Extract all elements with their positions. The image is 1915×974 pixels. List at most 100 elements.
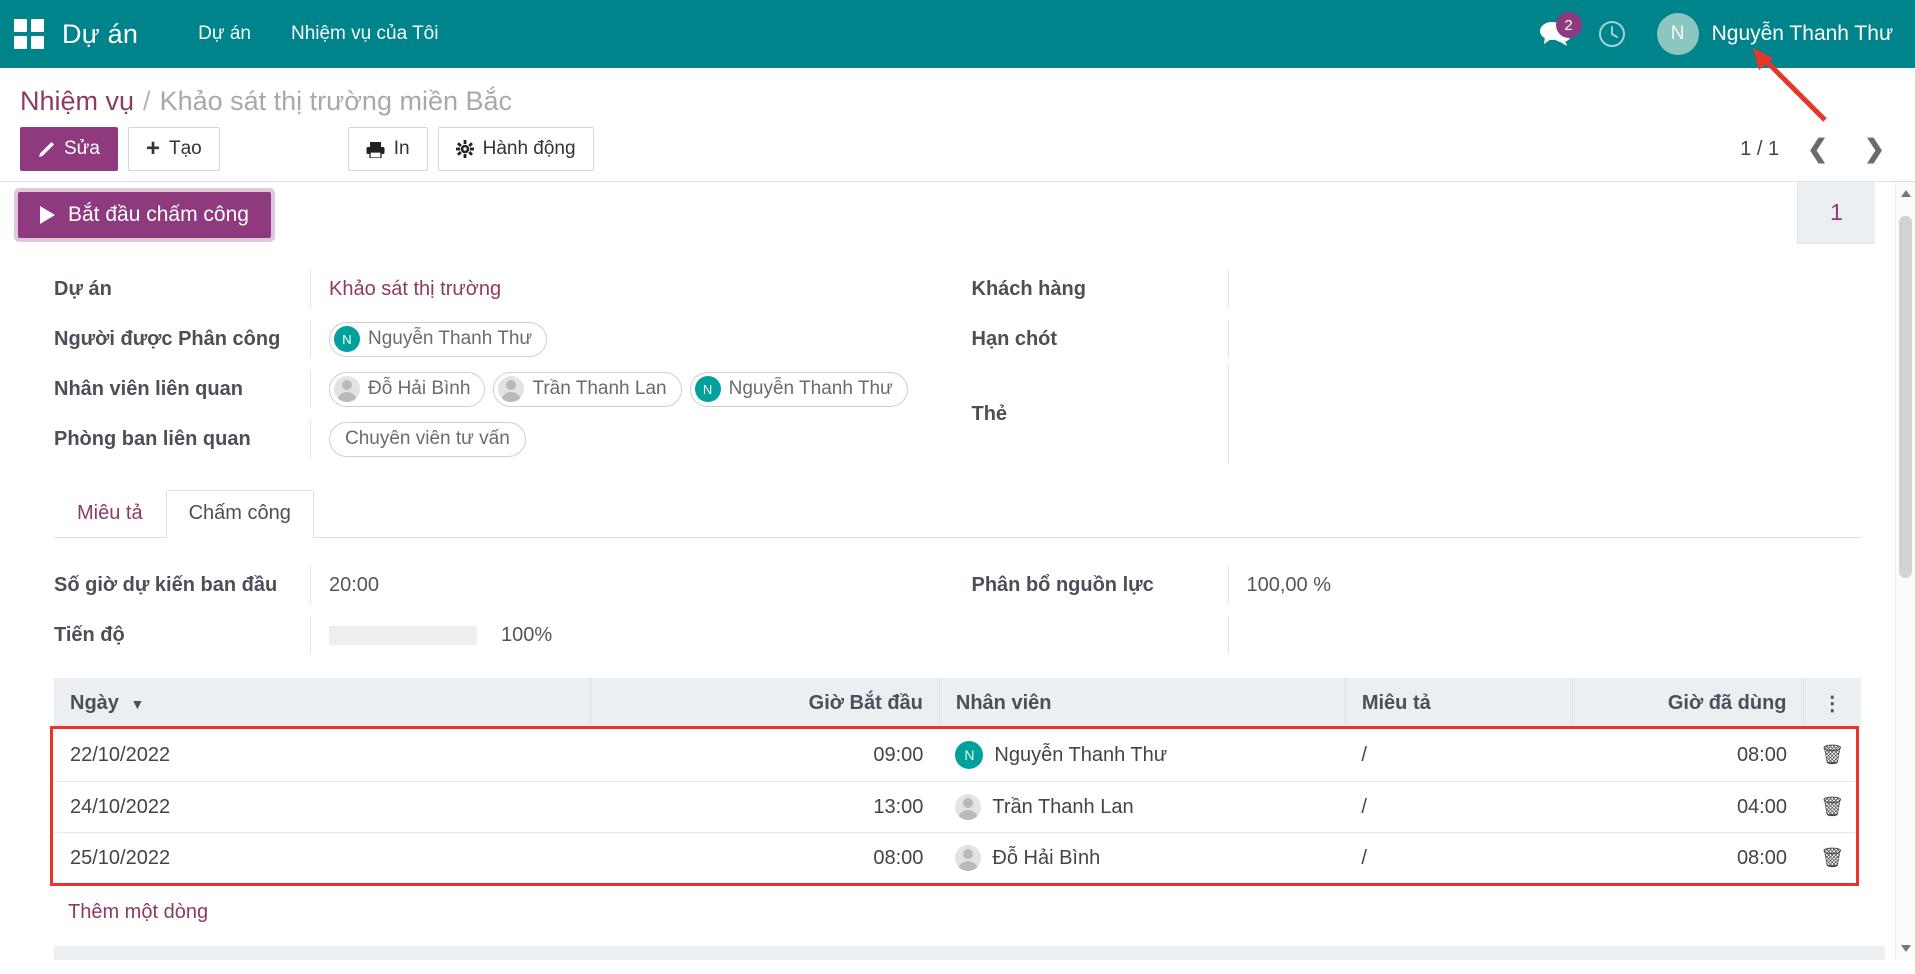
printer-icon: [366, 141, 385, 158]
scroll-up-icon[interactable]: [1901, 190, 1911, 197]
field-related-employees-value[interactable]: Đỗ Hải Bình Trần Thanh Lan N Nguyễn Than…: [310, 370, 958, 408]
cell-description[interactable]: /: [1345, 781, 1573, 833]
cell-date[interactable]: 24/10/2022: [54, 781, 591, 833]
field-allocation: Phân bổ nguồn lực 100,00 %: [972, 560, 1862, 610]
column-header-start-time[interactable]: Giờ Bắt đầu: [590, 678, 940, 729]
cell-hours[interactable]: 08:00: [1572, 832, 1803, 883]
cell-hours[interactable]: 04:00: [1572, 781, 1803, 833]
field-related-department-label: Phòng ban liên quan: [54, 427, 251, 450]
table-row[interactable]: 24/10/2022 13:00 Trần Thanh Lan / 04:00 …: [54, 781, 1861, 833]
trash-icon[interactable]: 🗑: [1819, 795, 1845, 819]
cell-delete[interactable]: 🗑: [1803, 781, 1861, 833]
field-deadline-value[interactable]: [1227, 320, 1862, 358]
cell-description[interactable]: /: [1345, 832, 1573, 883]
cell-delete[interactable]: 🗑: [1803, 832, 1861, 883]
user-name: Nguyễn Thanh Thư: [1711, 22, 1893, 45]
field-assignee-value[interactable]: N Nguyễn Thanh Thư: [310, 320, 958, 358]
create-button[interactable]: + Tạo: [127, 127, 220, 171]
action-button-label: Hành động: [482, 138, 576, 159]
column-header-hours-spent[interactable]: Giờ đã dùng: [1572, 678, 1804, 729]
start-timesheet-button[interactable]: Bắt đầu chấm công: [18, 192, 271, 238]
tag-department[interactable]: Chuyên viên tư vấn: [329, 421, 526, 457]
cell-delete[interactable]: 🗑: [1803, 729, 1861, 782]
field-assignee: Người được Phân công N Nguyễn Thanh Thư: [54, 314, 958, 364]
action-button[interactable]: Hành động: [437, 127, 594, 171]
print-button[interactable]: In: [347, 127, 428, 171]
table-row[interactable]: 22/10/2022 09:00 N Nguyễn Thanh Thư / 08…: [54, 729, 1861, 782]
tab-description[interactable]: Miêu tả: [54, 490, 166, 538]
tag-employee[interactable]: Đỗ Hải Bình: [329, 371, 486, 407]
field-related-department-value[interactable]: Chuyên viên tư vấn: [310, 420, 958, 458]
cell-hours[interactable]: 08:00: [1572, 729, 1803, 782]
person-silhouette-icon: [955, 794, 982, 820]
column-header-date[interactable]: Ngày ▼: [54, 678, 591, 729]
field-tags-value[interactable]: [1227, 364, 1862, 464]
cell-start-time[interactable]: 08:00: [590, 832, 940, 883]
vertical-scrollbar[interactable]: [1895, 182, 1915, 960]
nav-item-my-tasks[interactable]: Nhiệm vụ của Tôi: [271, 23, 459, 45]
field-customer-value[interactable]: [1227, 270, 1862, 308]
field-related-department: Phòng ban liên quan Chuyên viên tư vấn: [54, 414, 958, 464]
cell-date[interactable]: 25/10/2022: [54, 832, 591, 883]
table-head: Ngày ▼ Giờ Bắt đầu Nhân viên Miêu tả Giờ…: [54, 678, 1861, 729]
apps-grid-icon[interactable]: [14, 19, 44, 49]
tag-employee[interactable]: Trần Thanh Lan: [493, 371, 682, 407]
messages-button[interactable]: 2: [1529, 12, 1583, 54]
cell-employee[interactable]: Đỗ Hải Bình: [939, 832, 1346, 883]
caret-down-icon: ▼: [130, 696, 145, 712]
person-silhouette-icon: [955, 845, 982, 871]
cell-employee-label: Trần Thanh Lan: [992, 795, 1134, 818]
brand-title[interactable]: Dự án: [62, 19, 138, 50]
cell-employee-label: Nguyễn Thanh Thư: [994, 743, 1168, 766]
pager-previous-button[interactable]: ❮: [1799, 136, 1836, 162]
field-progress-value[interactable]: 100%: [310, 616, 958, 654]
activities-button[interactable]: [1583, 14, 1641, 54]
field-initial-hours-value[interactable]: 20:00: [310, 566, 958, 604]
clock-icon: [1598, 21, 1625, 47]
field-allocation-value[interactable]: 100,00 %: [1227, 566, 1862, 604]
column-header-description[interactable]: Miêu tả: [1345, 678, 1574, 729]
pager-count: 1 / 1: [1740, 137, 1780, 160]
scroll-down-icon[interactable]: [1901, 945, 1911, 952]
form-area: Dự án Khảo sát thị trường Người được Phâ…: [0, 254, 1915, 464]
field-project-value[interactable]: Khảo sát thị trường: [310, 270, 958, 308]
tag-avatar: N: [694, 376, 721, 402]
add-line-button[interactable]: Thêm một dòng: [54, 883, 1861, 924]
gear-icon: [455, 140, 474, 158]
cell-start-time[interactable]: 09:00: [590, 729, 940, 782]
edit-button[interactable]: Sửa: [20, 127, 118, 171]
column-header-employee[interactable]: Nhân viên: [939, 678, 1346, 729]
create-button-label: Tạo: [168, 138, 202, 159]
breadcrumb-root[interactable]: Nhiệm vụ: [20, 86, 134, 117]
form-right-column: Khách hàng Hạn chót Thẻ: [958, 264, 1862, 464]
tab-timesheet[interactable]: Chấm công: [165, 490, 314, 538]
cell-date[interactable]: 22/10/2022: [54, 729, 591, 782]
start-timesheet-label: Bắt đầu chấm công: [68, 203, 249, 226]
pager: 1 / 1 ❮ ❯: [1740, 136, 1893, 162]
messages-count-badge: 2: [1555, 12, 1582, 38]
cell-employee[interactable]: Trần Thanh Lan: [939, 781, 1346, 833]
field-customer-label: Khách hàng: [971, 277, 1086, 300]
play-icon: [40, 206, 55, 224]
column-options-button[interactable]: ⋮: [1803, 678, 1861, 729]
table-row[interactable]: 25/10/2022 08:00 Đỗ Hải Bình / 08:00 🗑: [54, 832, 1861, 883]
record-sheet: Bắt đầu chấm công 1 Dự án Khảo sát thị t…: [0, 181, 1915, 960]
stat-button[interactable]: 1: [1797, 182, 1875, 244]
trash-icon[interactable]: 🗑: [1819, 846, 1845, 870]
annotation-arrow-icon: [1753, 48, 1827, 122]
tag-label: Nguyễn Thanh Thư: [368, 328, 533, 349]
tag-label: Chuyên viên tư vấn: [345, 428, 510, 449]
tag-label: Nguyễn Thanh Thư: [728, 378, 893, 399]
scrollbar-thumb[interactable]: [1899, 216, 1912, 578]
nav-item-projects[interactable]: Dự án: [178, 23, 271, 45]
tag-employee[interactable]: N Nguyễn Thanh Thư: [689, 371, 908, 407]
control-panel: Sửa + Tạo In Hành động 1 / 1 ❮ ❯: [0, 123, 1915, 181]
cell-description[interactable]: /: [1345, 729, 1573, 782]
edit-button-label: Sửa: [64, 138, 100, 159]
field-deadline: Hạn chót: [972, 314, 1862, 364]
cell-employee[interactable]: N Nguyễn Thanh Thư: [939, 729, 1346, 782]
pager-next-button[interactable]: ❯: [1856, 136, 1893, 162]
trash-icon[interactable]: 🗑: [1819, 743, 1845, 767]
tag-assignee[interactable]: N Nguyễn Thanh Thư: [329, 321, 548, 357]
cell-start-time[interactable]: 13:00: [590, 781, 940, 833]
